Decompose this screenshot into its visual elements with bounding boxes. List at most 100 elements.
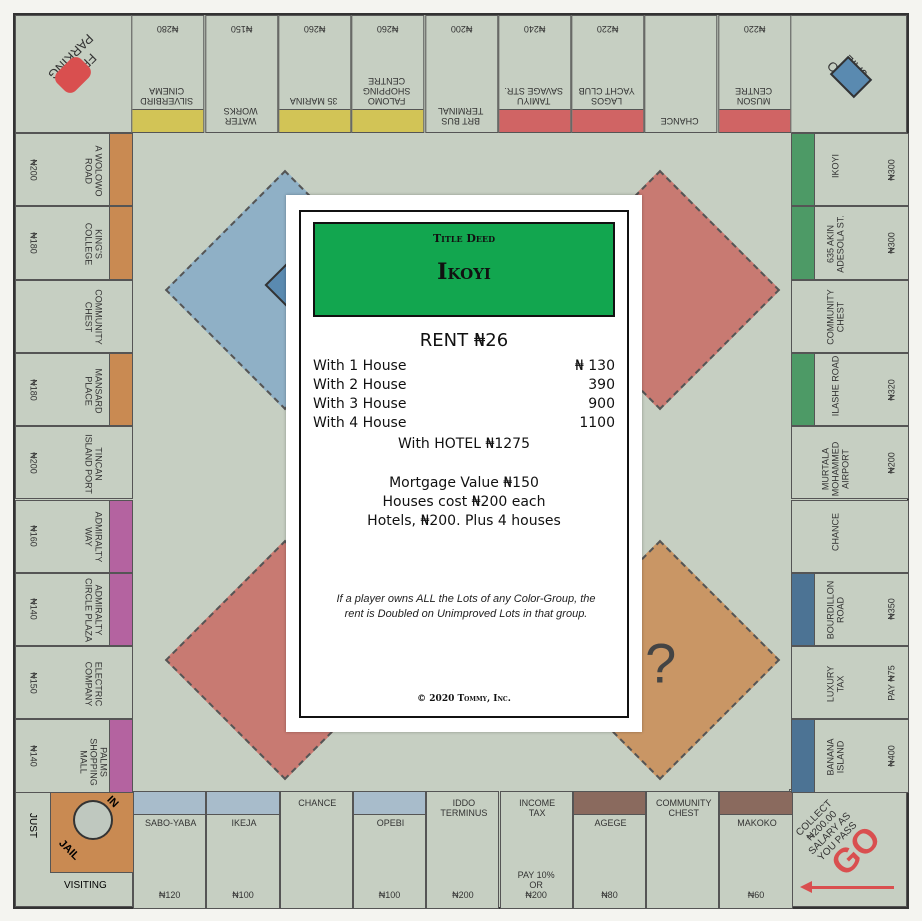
space-luxury-tax[interactable]: LUXURY TAX PAY ₦75: [791, 646, 909, 720]
space-makoko[interactable]: MAKOKO ₦60: [719, 791, 793, 909]
space-admiralty-way[interactable]: ADMIRALTY WAY ₦160: [15, 499, 133, 573]
space-name: BANANA ISLAND: [825, 738, 846, 776]
space-price: ₦150: [230, 24, 252, 34]
space-lagos-yacht-club[interactable]: LAGOS YACHT CLUB ₦220: [571, 15, 645, 133]
space-price: ₦260: [377, 24, 399, 34]
space-tincan-island-port[interactable]: TINCAN ISLAND PORT ₦200: [15, 426, 133, 500]
space-name: CHANCE: [298, 798, 337, 808]
space-price: ₦150: [29, 671, 40, 694]
rent-row-label: With 1 House: [313, 358, 407, 374]
space-mansard-place[interactable]: MANSARD PLACE ₦180: [15, 352, 133, 427]
color-bar: [109, 573, 132, 646]
space-admiralty-circle-plaza[interactable]: ADMIRALTY CIRCLE PLAZA ₦140: [15, 572, 133, 647]
space-falomo-shopping-centre[interactable]: FALOMO SHOPPING CENTRE ₦260: [351, 15, 425, 133]
space-community-chest[interactable]: COMMUNITY CHEST: [791, 279, 909, 353]
space-opebi[interactable]: OPEBI ₦100: [352, 791, 427, 909]
space-chance[interactable]: CHANCE: [644, 15, 718, 133]
space-name: ILASHE ROAD: [830, 355, 841, 416]
free-parking-corner[interactable]: FREE PARKING: [15, 15, 133, 133]
space-silverbird-cinema[interactable]: SILVERBIRD CINEMA ₦280: [131, 15, 205, 133]
space-king-s-college[interactable]: KING'S COLLEGE ₦180: [15, 206, 133, 280]
space-electric-company[interactable]: ELECTRIC COMPANY ₦150: [15, 646, 133, 720]
rent-row: With 1 House ₦ 130: [313, 358, 615, 374]
title-deed-card[interactable]: Title Deed Ikoyi RENT ₦26 With 1 House ₦ …: [286, 195, 642, 732]
space-banana-island[interactable]: BANANA ISLAND ₦400: [791, 719, 909, 793]
space-ilashe-road[interactable]: ILASHE ROAD ₦320: [791, 352, 909, 427]
rent-row: With 2 House 390: [313, 377, 615, 393]
space-price: ₦60: [747, 890, 765, 900]
rules-note: If a player owns ALL the Lots of any Col…: [336, 593, 596, 620]
space-price: ₦100: [378, 890, 401, 900]
space-price: ₦300: [886, 158, 897, 181]
space-price: ₦260: [303, 24, 326, 34]
space-price: ₦300: [886, 232, 897, 254]
copyright: © 2020 Tommy, Inc.: [417, 694, 511, 704]
space-name: A WOLOWO ROAD: [83, 145, 104, 197]
space-price: ₦180: [29, 378, 40, 401]
go-to-jail-corner[interactable]: GO TO JAIL: [789, 15, 907, 133]
space-ikoyi[interactable]: IKOYI ₦300: [791, 133, 909, 207]
go-arrow-icon: [804, 886, 894, 889]
color-bar: [352, 109, 424, 132]
space-price: ₦240: [523, 24, 546, 34]
space-chance[interactable]: CHANCE: [279, 791, 353, 909]
space-income-tax[interactable]: INCOME TAX PAY 10% OR ₦200: [499, 791, 573, 909]
visiting-label: VISITING: [64, 880, 107, 891]
just-label: JUST: [27, 813, 38, 838]
space-brt-bus-terminal[interactable]: BRT BUS TERMINAL ₦200: [424, 15, 498, 133]
space-name: WATER WORKS: [223, 106, 258, 126]
base-rent: RENT ₦26: [419, 330, 509, 351]
rent-row-value: 1100: [579, 415, 615, 431]
space-name: IKOYI: [830, 153, 841, 178]
color-bar: [109, 500, 132, 572]
space-bourdillon-road[interactable]: BOURDILLON ROAD ₦350: [791, 572, 909, 647]
space-name: FALOMO SHOPPING CENTRE: [363, 76, 411, 106]
hotel-rent: With HOTEL ₦1275: [398, 436, 530, 452]
space-community-chest[interactable]: COMMUNITY CHEST: [15, 279, 133, 353]
space-price: ₦200: [886, 452, 897, 474]
rent-row-value: 390: [588, 377, 615, 393]
space-a-wolowo-road[interactable]: A WOLOWO ROAD ₦200: [15, 133, 133, 207]
rent-row-label: With 3 House: [313, 396, 407, 412]
color-bar: [792, 134, 815, 206]
space-635-akin-adesola-st[interactable]: 635 AKIN ADESOLA ST. ₦300: [791, 206, 909, 280]
space-price: ₦320: [886, 378, 897, 401]
rent-row: With 3 House 900: [313, 396, 615, 412]
space-ikeja[interactable]: IKEJA ₦100: [206, 791, 280, 909]
space-name: OPEBI: [376, 818, 405, 828]
color-bar: [498, 109, 571, 132]
space-price: PAY 10% OR ₦200: [517, 870, 555, 900]
color-bar: [134, 792, 206, 815]
go-corner[interactable]: COLLECT ₦200.00 SALARY AS YOU PASS GO: [789, 789, 907, 907]
space-palms-shopping-mall[interactable]: PALMS SHOPPING MALL ₦140: [15, 719, 133, 793]
space-murtala-mohammed-airport[interactable]: MURTALA MOHAMMED AIRPORT ₦200: [791, 426, 909, 500]
space-chance[interactable]: CHANCE: [791, 499, 909, 573]
space-sabo-yaba[interactable]: SABO-YABA ₦120: [133, 791, 207, 909]
space-name: LUXURY TAX: [825, 665, 846, 702]
space-community-chest[interactable]: COMMUNITY CHEST: [646, 791, 720, 909]
rent-row: With 4 House 1100: [313, 415, 615, 431]
jail-corner[interactable]: IN JAIL JUST VISITING: [15, 789, 133, 907]
space-name: CHANCE: [661, 116, 700, 126]
color-bar: [109, 720, 132, 792]
color-bar: [720, 792, 792, 815]
jail-cell[interactable]: IN JAIL: [50, 790, 133, 873]
color-bar: [792, 573, 815, 646]
space-muson-centre[interactable]: MUSON CENTRE ₦220: [717, 15, 791, 133]
space-35-marina[interactable]: 35 MARINA ₦260: [277, 15, 352, 133]
space-price: ₦120: [158, 890, 181, 900]
space-name: MAKOKO: [737, 818, 777, 828]
space-name: PALMS SHOPPING MALL: [78, 738, 109, 786]
space-name: ADMIRALTY CIRCLE PLAZA: [83, 578, 104, 643]
space-price: ₦140: [29, 745, 40, 767]
title-deed-header: Title Deed Ikoyi: [313, 222, 615, 317]
space-water-works[interactable]: WATER WORKS ₦150: [204, 15, 278, 133]
property-name: Ikoyi: [437, 259, 491, 285]
hotels-cost: Hotels, ₦200. Plus 4 houses: [367, 513, 561, 529]
space-iddo-terminus[interactable]: IDDO TERMINUS ₦200: [426, 791, 500, 909]
space-tamiyu-savage-str[interactable]: TAMIYU SAVAGE STR. ₦240: [497, 15, 572, 133]
space-price: ₦200: [450, 24, 472, 34]
space-price: ₦200: [29, 452, 40, 474]
space-price: ₦180: [29, 232, 40, 254]
space-agege[interactable]: AGEGE ₦80: [572, 791, 647, 909]
